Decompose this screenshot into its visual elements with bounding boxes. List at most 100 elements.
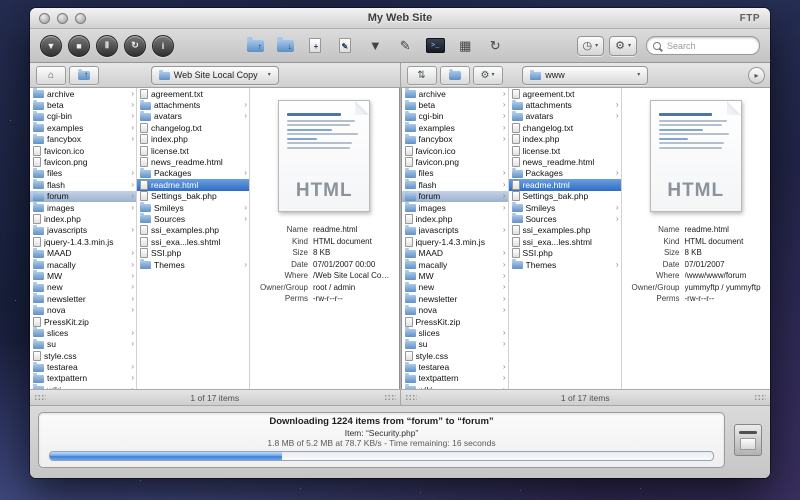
terminal-icon[interactable]: >_ <box>423 34 448 58</box>
mirror-icon[interactable]: ⇅ <box>407 66 437 85</box>
list-item[interactable]: Themes› <box>509 259 621 270</box>
search-field[interactable] <box>646 36 760 55</box>
list-item[interactable]: archive› <box>30 88 136 99</box>
list-item[interactable]: textpattern› <box>402 373 508 384</box>
list-item[interactable]: news_readme.html <box>509 156 621 167</box>
refresh-button[interactable]: ↻ <box>124 35 146 57</box>
list-item[interactable]: newsletter› <box>402 293 508 304</box>
list-item[interactable]: images› <box>30 202 136 213</box>
list-item[interactable]: MAAD› <box>30 247 136 258</box>
list-item[interactable]: testarea› <box>402 361 508 372</box>
list-item[interactable]: favicon.ico <box>30 145 136 156</box>
archive-icon[interactable]: ▦ <box>453 34 478 58</box>
list-item[interactable]: javascripts› <box>30 225 136 236</box>
edit-file-icon[interactable]: ✎ <box>333 34 358 58</box>
list-item[interactable]: favicon.png <box>402 156 508 167</box>
new-file-icon[interactable]: + <box>303 34 328 58</box>
list-item[interactable]: PressKit.zip <box>402 316 508 327</box>
sync-icon[interactable]: ↻ <box>483 34 508 58</box>
local-path-popup[interactable]: Web Site Local Copy ▾ <box>151 66 279 85</box>
list-item[interactable]: slices› <box>402 327 508 338</box>
info-button[interactable]: i <box>152 35 174 57</box>
list-item[interactable]: files› <box>30 168 136 179</box>
list-item[interactable]: Themes› <box>137 259 249 270</box>
list-item[interactable]: PressKit.zip <box>30 316 136 327</box>
transfer-button[interactable]: ▼ <box>40 35 62 57</box>
list-item[interactable]: Smileys› <box>509 202 621 213</box>
list-item[interactable]: ssi_examples.php <box>137 225 249 236</box>
list-item[interactable]: su› <box>402 339 508 350</box>
list-item[interactable]: fancybox› <box>30 134 136 145</box>
list-item[interactable]: index.php <box>30 213 136 224</box>
download-folder-icon[interactable]: ↓ <box>273 34 298 58</box>
list-item[interactable]: favicon.png <box>30 156 136 167</box>
local-volume-icon[interactable]: ⌂ <box>36 66 66 85</box>
list-item[interactable]: cgi-bin› <box>30 111 136 122</box>
list-item[interactable]: wiki› <box>402 384 508 389</box>
list-item[interactable]: news_readme.html <box>137 156 249 167</box>
list-item[interactable]: SSI.php <box>137 247 249 258</box>
list-item[interactable]: Smileys› <box>137 202 249 213</box>
list-item[interactable]: ssi_exa...les.shtml <box>137 236 249 247</box>
list-item[interactable]: agreement.txt <box>509 88 621 99</box>
resize-grip-icon[interactable] <box>754 394 766 401</box>
list-item[interactable]: index.php <box>137 134 249 145</box>
list-item[interactable]: attachments› <box>509 99 621 110</box>
resize-grip-icon[interactable] <box>34 394 46 401</box>
list-item[interactable]: avatars› <box>137 111 249 122</box>
list-item[interactable]: SSI.php <box>509 247 621 258</box>
list-item[interactable]: new› <box>30 282 136 293</box>
list-item[interactable]: beta› <box>402 99 508 110</box>
list-item[interactable]: testarea› <box>30 361 136 372</box>
list-item[interactable]: license.txt <box>137 145 249 156</box>
list-item[interactable]: archive› <box>402 88 508 99</box>
list-item[interactable]: cgi-bin› <box>402 111 508 122</box>
actions-gear-icon[interactable]: ⚙▾ <box>473 66 503 85</box>
resize-grip-icon[interactable] <box>405 394 417 401</box>
list-item[interactable]: agreement.txt <box>137 88 249 99</box>
list-item[interactable]: Packages› <box>509 168 621 179</box>
list-item[interactable]: jquery-1.4.3.min.js <box>402 236 508 247</box>
stop-button[interactable]: ■ <box>68 35 90 57</box>
upload-folder-icon[interactable]: ↑ <box>243 34 268 58</box>
list-item[interactable]: macally› <box>30 259 136 270</box>
list-item[interactable]: Packages› <box>137 168 249 179</box>
list-item[interactable]: Sources› <box>137 213 249 224</box>
list-item[interactable]: ssi_examples.php <box>509 225 621 236</box>
list-item[interactable]: examples› <box>402 122 508 133</box>
remote-folder-icon[interactable] <box>440 66 470 85</box>
search-input[interactable] <box>665 40 753 52</box>
list-item[interactable]: beta› <box>30 99 136 110</box>
list-item[interactable]: style.css <box>30 350 136 361</box>
list-item[interactable]: Settings_bak.php <box>137 191 249 202</box>
resize-grip-icon[interactable] <box>384 394 396 401</box>
list-item[interactable]: files› <box>402 168 508 179</box>
list-item[interactable]: javascripts› <box>402 225 508 236</box>
list-item[interactable]: forum› <box>402 191 508 202</box>
list-item[interactable]: Settings_bak.php <box>509 191 621 202</box>
pencil-icon[interactable]: ✎ <box>393 34 418 58</box>
list-item[interactable]: examples› <box>30 122 136 133</box>
list-item[interactable]: nova› <box>30 304 136 315</box>
connect-button[interactable]: ▸ <box>748 67 765 84</box>
list-item[interactable]: avatars› <box>509 111 621 122</box>
list-item[interactable]: readme.html <box>509 179 621 190</box>
list-item[interactable]: changelog.txt <box>509 122 621 133</box>
list-item[interactable]: flash› <box>30 179 136 190</box>
list-item[interactable]: MW› <box>402 270 508 281</box>
list-item[interactable]: index.php <box>402 213 508 224</box>
list-item[interactable]: MAAD› <box>402 247 508 258</box>
list-item[interactable]: slices› <box>30 327 136 338</box>
list-item[interactable]: style.css <box>402 350 508 361</box>
remote-path-popup[interactable]: www ▾ <box>522 66 648 85</box>
list-item[interactable]: wiki› <box>30 384 136 389</box>
list-item[interactable]: license.txt <box>509 145 621 156</box>
list-item[interactable]: readme.html <box>137 179 249 190</box>
list-item[interactable]: macally› <box>402 259 508 270</box>
list-item[interactable]: index.php <box>509 134 621 145</box>
list-item[interactable]: newsletter› <box>30 293 136 304</box>
list-item[interactable]: textpattern› <box>30 373 136 384</box>
list-item[interactable]: Sources› <box>509 213 621 224</box>
list-item[interactable]: changelog.txt <box>137 122 249 133</box>
list-item[interactable]: forum› <box>30 191 136 202</box>
